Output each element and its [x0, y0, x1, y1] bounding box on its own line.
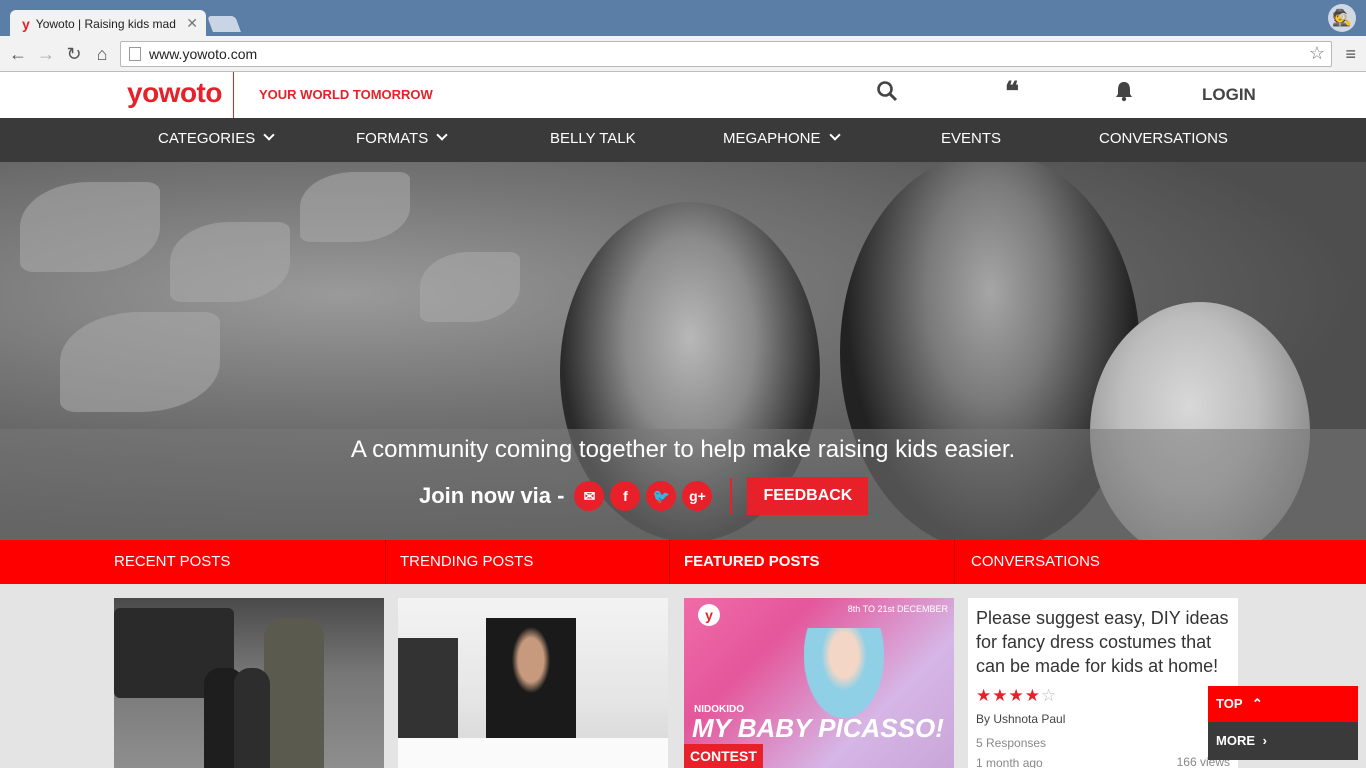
- url-text: www.yowoto.com: [149, 46, 258, 62]
- post-tabs: RECENT POSTS TRENDING POSTS FEATURED POS…: [0, 540, 1366, 584]
- site-header: yowoto YOUR WORLD TOMORROW ❝ LOGIN: [0, 72, 1366, 118]
- conversation-responses: 5 Responses: [976, 736, 1047, 750]
- nav-belly-talk[interactable]: BELLY TALK: [550, 130, 636, 147]
- desk-surface: [398, 738, 668, 768]
- facebook-icon[interactable]: f: [610, 481, 641, 511]
- hero-leaf: [420, 252, 520, 322]
- new-tab-button[interactable]: [207, 16, 241, 32]
- tab-conversations[interactable]: CONVERSATIONS: [954, 540, 1254, 584]
- chevron-down-icon: [436, 129, 448, 141]
- login-link[interactable]: LOGIN: [1202, 85, 1256, 105]
- nav-formats[interactable]: FORMATS: [356, 129, 448, 147]
- google-plus-icon[interactable]: g+: [682, 481, 713, 511]
- star-icon: ★: [976, 686, 993, 705]
- feedback-button[interactable]: FEEDBACK: [747, 477, 869, 515]
- back-icon[interactable]: ←: [6, 42, 30, 66]
- twitter-icon[interactable]: 🐦: [646, 481, 677, 511]
- tab-title: Yowoto | Raising kids mad: [35, 16, 176, 31]
- tab-featured-posts[interactable]: FEATURED POSTS: [669, 540, 954, 584]
- nav-formats-label: FORMATS: [356, 130, 429, 147]
- chevron-right-icon: ›: [1262, 733, 1267, 748]
- contest-badge: CONTEST: [684, 744, 763, 768]
- conversation-question[interactable]: Please suggest easy, DIY ideas for fancy…: [976, 606, 1230, 678]
- back-to-top-button[interactable]: TOP ⌃: [1208, 686, 1358, 722]
- join-divider: [730, 478, 733, 514]
- page-icon: [129, 47, 141, 61]
- main-nav: CATEGORIES FORMATS BELLY TALK MEGAPHONE …: [0, 118, 1366, 162]
- search-icon[interactable]: [876, 80, 898, 108]
- star-icon: ★: [1024, 686, 1041, 705]
- nav-categories-label: CATEGORIES: [158, 130, 256, 147]
- home-icon[interactable]: ⌂: [90, 42, 114, 66]
- post-card-recent[interactable]: [114, 598, 384, 768]
- hero-leaf: [170, 222, 290, 302]
- logo-divider: [233, 72, 234, 118]
- tab-recent-posts[interactable]: RECENT POSTS: [100, 540, 385, 584]
- browser-toolbar: ← → ↻ ⌂ www.yowoto.com ☆ ≡: [0, 36, 1366, 72]
- top-label: TOP: [1216, 696, 1243, 711]
- nav-categories[interactable]: CATEGORIES: [158, 129, 275, 147]
- bookmark-star-icon[interactable]: ☆: [1309, 43, 1325, 64]
- hero-leaf: [20, 182, 160, 272]
- reload-icon[interactable]: ↻: [62, 42, 86, 66]
- close-tab-icon[interactable]: ✕: [186, 15, 198, 32]
- soldier-figure: [264, 618, 324, 768]
- tagline: YOUR WORLD TOMORROW: [259, 87, 433, 102]
- join-label: Join now via -: [419, 483, 565, 508]
- chevron-down-icon: [263, 129, 275, 141]
- star-icon: ★: [1008, 686, 1025, 705]
- star-empty-icon: ☆: [1041, 686, 1058, 705]
- incognito-icon: 🕵: [1328, 4, 1356, 32]
- hero-banner: A community coming together to help make…: [0, 162, 1366, 540]
- conversation-card[interactable]: Please suggest easy, DIY ideas for fancy…: [968, 598, 1238, 768]
- email-icon[interactable]: ✉: [574, 481, 605, 511]
- nav-events[interactable]: EVENTS: [941, 130, 1001, 147]
- contest-dates: 8th TO 21st DECEMBER: [847, 604, 948, 614]
- conversation-author[interactable]: By Ushnota Paul: [976, 712, 1230, 726]
- yowoto-y-logo: y: [698, 604, 720, 626]
- baby-figure: [804, 628, 884, 718]
- star-icon: ★: [992, 686, 1009, 705]
- chevron-down-icon: [828, 129, 841, 141]
- address-bar[interactable]: www.yowoto.com ☆: [120, 41, 1332, 67]
- chevron-up-icon: ⌃: [1251, 696, 1263, 711]
- forward-icon[interactable]: →: [34, 42, 58, 66]
- more-label: MORE: [1216, 733, 1255, 748]
- hero-leaf: [60, 312, 220, 412]
- woman-figure: [486, 618, 576, 738]
- favicon-icon: y: [22, 15, 30, 32]
- site-logo[interactable]: yowoto: [127, 77, 223, 109]
- browser-tab[interactable]: y Yowoto | Raising kids mad ✕: [10, 10, 206, 37]
- nav-megaphone[interactable]: MEGAPHONE: [723, 129, 841, 147]
- child-figure: [234, 668, 270, 768]
- contest-title: MY BABY PICASSO!: [692, 713, 944, 743]
- more-button[interactable]: MORE ›: [1208, 722, 1358, 760]
- post-card-trending[interactable]: [398, 598, 668, 768]
- browser-tabstrip: y Yowoto | Raising kids mad ✕ 🕵: [0, 0, 1366, 37]
- tab-trending-posts[interactable]: TRENDING POSTS: [385, 540, 669, 584]
- post-card-featured[interactable]: y 8th TO 21st DECEMBER NIDOKIDO MY BABY …: [684, 598, 954, 768]
- star-rating: ★★★★☆: [976, 686, 1230, 706]
- hero-leaf: [300, 172, 410, 242]
- bell-icon[interactable]: [1113, 80, 1135, 108]
- nav-conversations[interactable]: CONVERSATIONS: [1099, 130, 1228, 147]
- join-row: Join now via - ✉ f 🐦 g+ FEEDBACK: [419, 477, 869, 515]
- nav-megaphone-label: MEGAPHONE: [723, 130, 821, 147]
- hero-headline: A community coming together to help make…: [350, 436, 1016, 463]
- browser-menu-icon[interactable]: ≡: [1345, 44, 1356, 65]
- quote-icon[interactable]: ❝: [1005, 76, 1019, 107]
